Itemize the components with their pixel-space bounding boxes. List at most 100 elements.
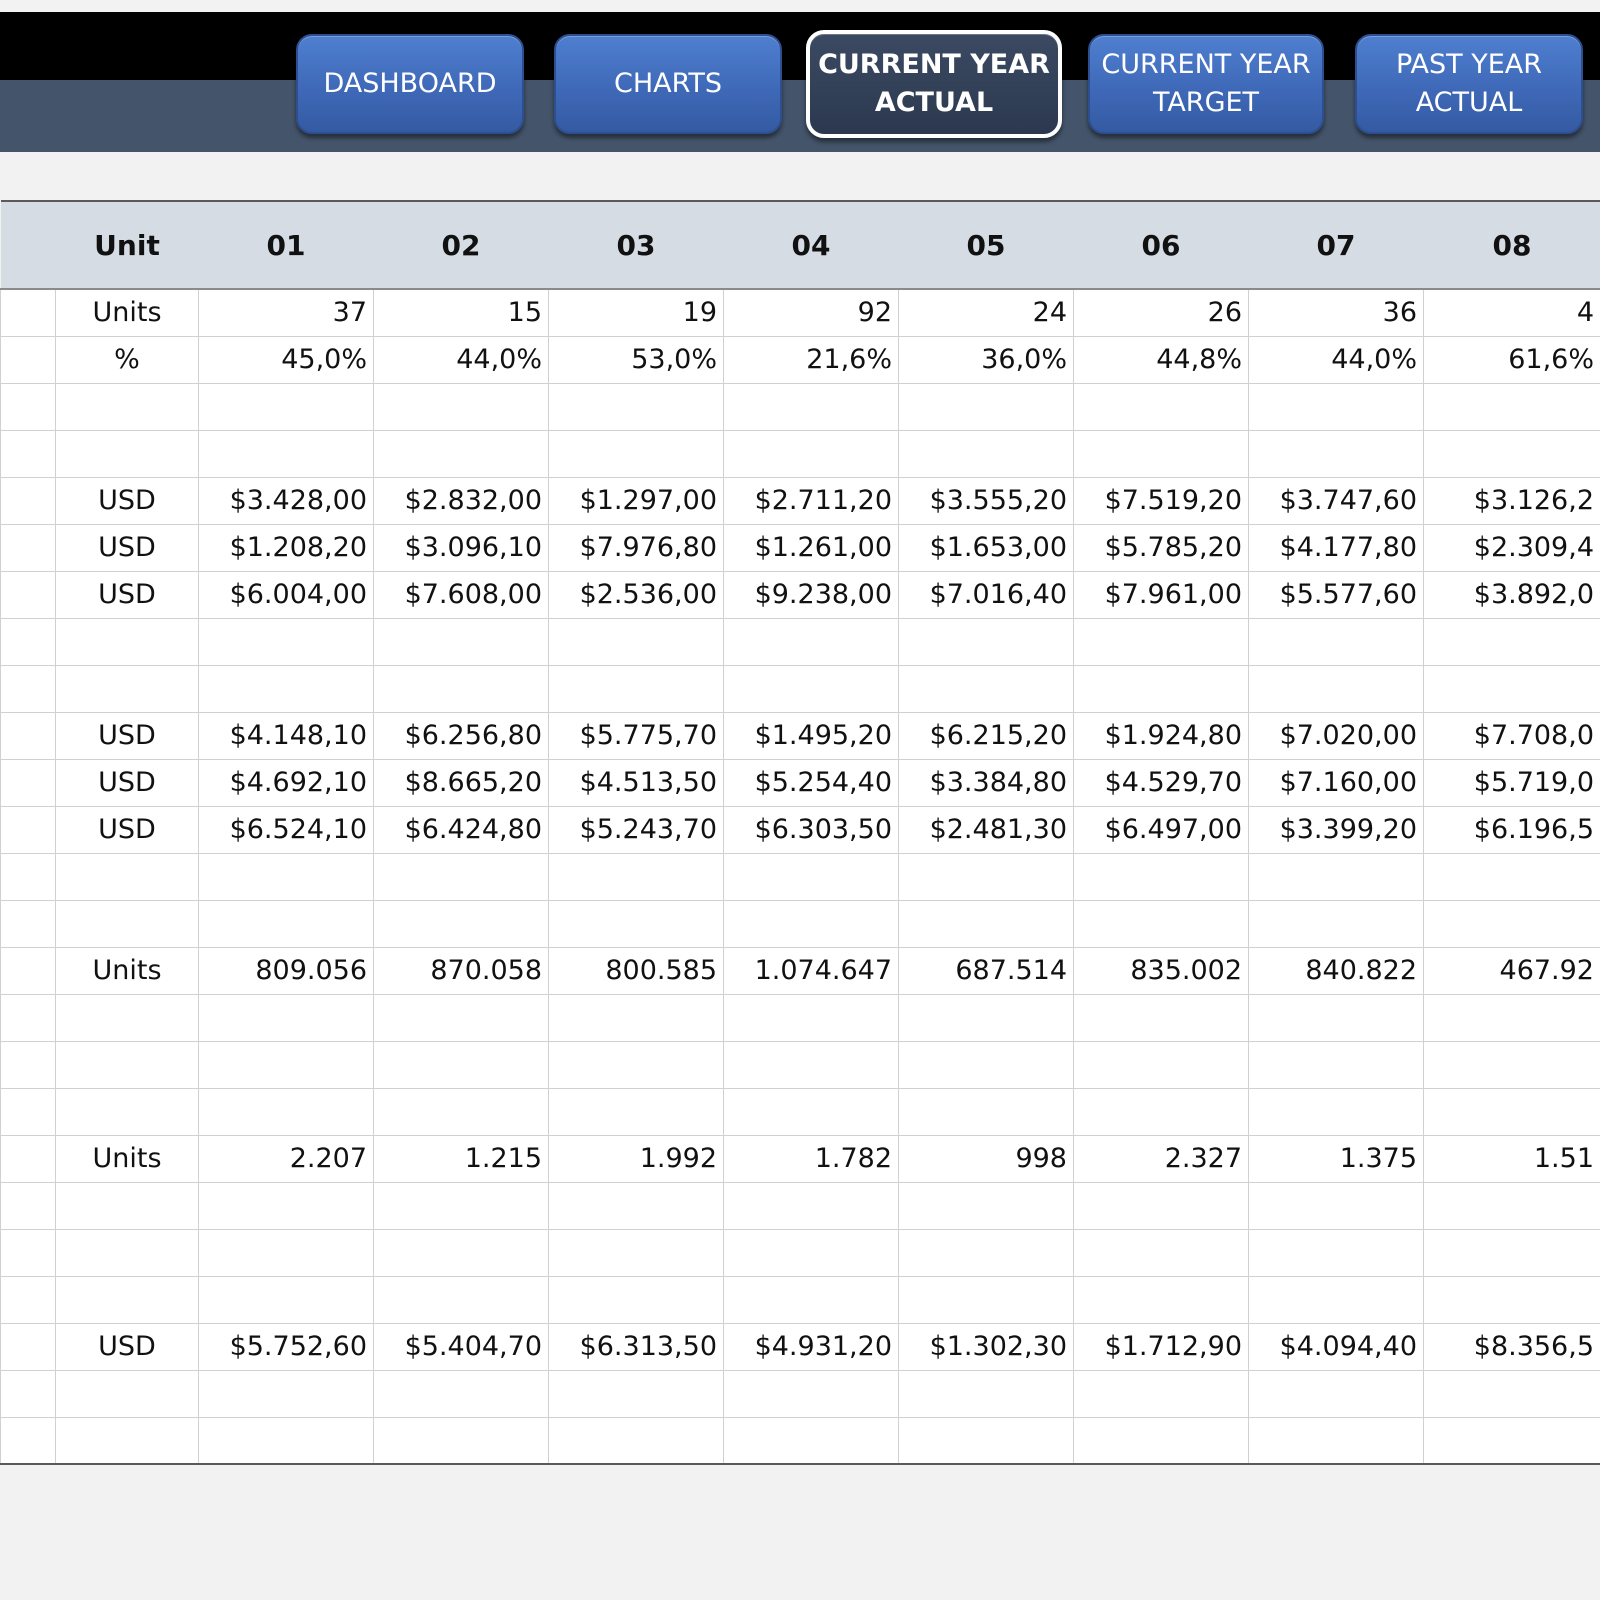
value-cell[interactable] (373, 852, 549, 901)
value-cell[interactable]: $6.004,00 (198, 570, 374, 619)
unit-cell[interactable]: USD (55, 805, 199, 854)
row-label-cell[interactable] (0, 1416, 56, 1465)
row-label-cell[interactable] (0, 476, 56, 525)
value-cell[interactable] (1073, 617, 1249, 666)
unit-cell[interactable] (55, 993, 199, 1042)
unit-cell[interactable] (55, 1416, 199, 1465)
value-cell[interactable] (548, 852, 724, 901)
value-cell[interactable] (1073, 1228, 1249, 1277)
unit-cell[interactable]: Units (55, 1134, 199, 1183)
value-cell[interactable]: $1.712,90 (1073, 1322, 1249, 1371)
value-cell[interactable]: $7.976,80 (548, 523, 724, 572)
value-cell[interactable]: $3.399,20 (1248, 805, 1424, 854)
value-cell[interactable]: $1.261,00 (723, 523, 899, 572)
value-cell[interactable] (1423, 1416, 1600, 1465)
charts-button[interactable]: CHARTS (554, 34, 782, 134)
value-cell[interactable] (1423, 617, 1600, 666)
value-cell[interactable] (1073, 1369, 1249, 1418)
row-label-cell[interactable] (0, 946, 56, 995)
value-cell[interactable] (198, 852, 374, 901)
value-cell[interactable] (898, 1275, 1074, 1324)
unit-cell[interactable]: USD (55, 711, 199, 760)
unit-cell[interactable]: USD (55, 1322, 199, 1371)
value-cell[interactable] (198, 1228, 374, 1277)
value-cell[interactable] (1423, 993, 1600, 1042)
value-cell[interactable]: 2.207 (198, 1134, 374, 1183)
value-cell[interactable]: 2.327 (1073, 1134, 1249, 1183)
value-cell[interactable]: 1.375 (1248, 1134, 1424, 1183)
row-label-cell[interactable] (0, 1275, 56, 1324)
value-cell[interactable]: $5.254,40 (723, 758, 899, 807)
value-cell[interactable] (548, 1228, 724, 1277)
row-label-cell[interactable] (0, 617, 56, 666)
value-cell[interactable] (198, 617, 374, 666)
value-cell[interactable] (723, 617, 899, 666)
value-cell[interactable]: $3.892,0 (1423, 570, 1600, 619)
value-cell[interactable] (1423, 852, 1600, 901)
value-cell[interactable] (1248, 852, 1424, 901)
row-label-cell[interactable] (0, 993, 56, 1042)
value-cell[interactable] (198, 1087, 374, 1136)
row-label-cell[interactable] (0, 1040, 56, 1089)
value-cell[interactable] (1248, 1087, 1424, 1136)
row-label-cell[interactable] (0, 711, 56, 760)
value-cell[interactable]: 24 (898, 288, 1074, 337)
row-label-cell[interactable] (0, 382, 56, 431)
unit-cell[interactable] (55, 1181, 199, 1230)
value-cell[interactable] (1073, 429, 1249, 478)
value-cell[interactable] (373, 617, 549, 666)
value-cell[interactable]: 36,0% (898, 335, 1074, 384)
row-label-cell[interactable] (0, 852, 56, 901)
value-cell[interactable] (1248, 1416, 1424, 1465)
value-cell[interactable]: 809.056 (198, 946, 374, 995)
value-cell[interactable] (373, 1275, 549, 1324)
value-cell[interactable] (1248, 1369, 1424, 1418)
unit-cell[interactable]: % (55, 335, 199, 384)
value-cell[interactable] (723, 1416, 899, 1465)
value-cell[interactable]: $4.177,80 (1248, 523, 1424, 572)
unit-cell[interactable] (55, 899, 199, 948)
unit-cell[interactable]: USD (55, 758, 199, 807)
value-cell[interactable]: 835.002 (1073, 946, 1249, 995)
value-cell[interactable] (1423, 1275, 1600, 1324)
value-cell[interactable]: $4.692,10 (198, 758, 374, 807)
value-cell[interactable] (373, 1181, 549, 1230)
unit-cell[interactable]: USD (55, 523, 199, 572)
unit-cell[interactable] (55, 429, 199, 478)
value-cell[interactable]: $2.309,4 (1423, 523, 1600, 572)
row-label-cell[interactable] (0, 288, 56, 337)
unit-cell[interactable] (55, 1087, 199, 1136)
value-cell[interactable] (723, 1228, 899, 1277)
value-cell[interactable] (723, 1181, 899, 1230)
row-label-cell[interactable] (0, 1134, 56, 1183)
value-cell[interactable]: 15 (373, 288, 549, 337)
value-cell[interactable]: 92 (723, 288, 899, 337)
value-cell[interactable]: 19 (548, 288, 724, 337)
row-label-cell[interactable] (0, 1369, 56, 1418)
unit-cell[interactable] (55, 1040, 199, 1089)
unit-cell[interactable] (55, 617, 199, 666)
value-cell[interactable]: 37 (198, 288, 374, 337)
value-cell[interactable] (723, 382, 899, 431)
value-cell[interactable] (723, 1040, 899, 1089)
value-cell[interactable] (1073, 1275, 1249, 1324)
value-cell[interactable]: $8.665,20 (373, 758, 549, 807)
row-label-cell[interactable] (0, 1228, 56, 1277)
value-cell[interactable] (723, 429, 899, 478)
value-cell[interactable]: $2.711,20 (723, 476, 899, 525)
current-year-actual-button[interactable]: CURRENT YEAR ACTUAL (806, 30, 1062, 138)
value-cell[interactable]: $5.752,60 (198, 1322, 374, 1371)
value-cell[interactable] (898, 1087, 1074, 1136)
value-cell[interactable]: $3.428,00 (198, 476, 374, 525)
value-cell[interactable]: 61,6% (1423, 335, 1600, 384)
value-cell[interactable] (198, 899, 374, 948)
value-cell[interactable]: $4.513,50 (548, 758, 724, 807)
value-cell[interactable] (1248, 1228, 1424, 1277)
value-cell[interactable] (1248, 617, 1424, 666)
value-cell[interactable]: 44,8% (1073, 335, 1249, 384)
unit-cell[interactable] (55, 382, 199, 431)
value-cell[interactable]: $5.775,70 (548, 711, 724, 760)
value-cell[interactable] (198, 1369, 374, 1418)
value-cell[interactable]: $2.481,30 (898, 805, 1074, 854)
row-label-cell[interactable] (0, 1087, 56, 1136)
